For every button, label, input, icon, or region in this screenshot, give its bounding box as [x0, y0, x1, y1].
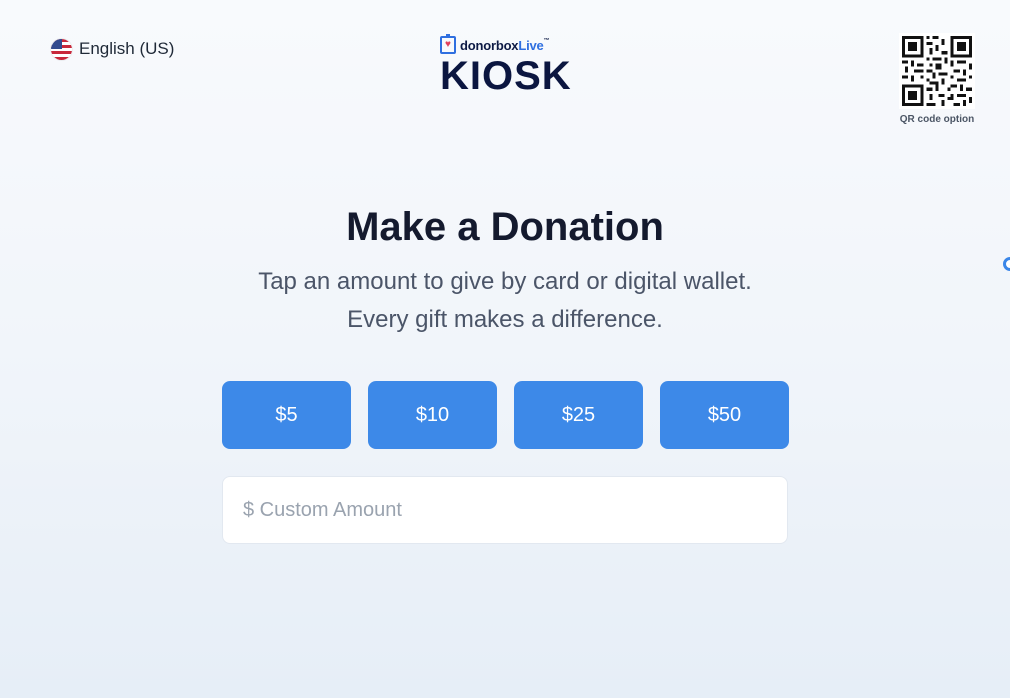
subtitle-line-1: Tap an amount to give by card or digital…	[258, 268, 752, 295]
qr-code-label: QR code option	[899, 114, 975, 125]
amount-button-25[interactable]: $25	[514, 381, 643, 449]
custom-amount-input[interactable]	[222, 476, 788, 544]
brand-name: donorbox	[460, 37, 519, 53]
amount-button-10[interactable]: $10	[368, 381, 497, 449]
page-subtitle: Tap an amount to give by card or digital…	[0, 263, 1010, 339]
subtitle-line-2: Every gift makes a difference.	[347, 306, 663, 333]
language-selector[interactable]: English (US)	[51, 37, 174, 61]
donorbox-logo-icon: ♥	[440, 34, 456, 54]
qr-code-icon	[899, 33, 975, 109]
language-label: English (US)	[79, 39, 175, 58]
brand-trademark: ™	[543, 37, 550, 44]
qr-code-option[interactable]: QR code option	[896, 33, 978, 125]
brand-live: Live	[518, 37, 544, 53]
amount-button-50[interactable]: $50	[660, 381, 789, 449]
kiosk-title: KIOSK	[440, 54, 572, 98]
amount-button-5[interactable]: $5	[222, 381, 351, 449]
page-title: Make a Donation	[346, 205, 664, 249]
us-flag-icon	[51, 38, 72, 60]
brand-logo: ♥ donorboxLive™ KIOSK	[440, 34, 580, 98]
amount-buttons: $5 $10 $25 $50	[222, 381, 789, 449]
